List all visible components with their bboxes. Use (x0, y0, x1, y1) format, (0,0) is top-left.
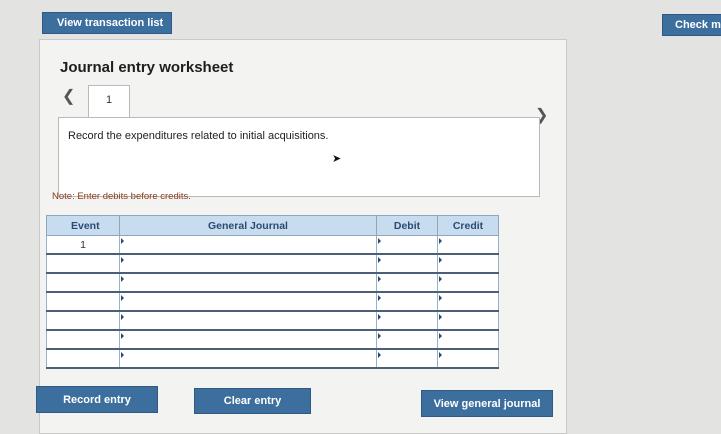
general-journal-input[interactable] (119, 348, 377, 369)
credit-input[interactable] (437, 253, 499, 274)
credit-input[interactable] (437, 291, 499, 312)
debit-input[interactable] (376, 272, 438, 293)
note-text: Note: Enter debits before credits. (52, 191, 191, 202)
mouse-pointer-icon: ➤ (332, 153, 342, 165)
table-row: 1 (46, 235, 499, 255)
general-journal-input[interactable] (119, 272, 377, 293)
tab-entry-1[interactable]: 1 (88, 85, 130, 118)
header-general-journal: General Journal (119, 215, 377, 236)
debit-input[interactable] (376, 235, 438, 255)
chevron-left-icon[interactable]: ❮ (62, 86, 75, 106)
credit-input[interactable] (437, 329, 499, 350)
event-cell: 1 (46, 235, 120, 255)
instruction-text: Record the expenditures related to initi… (68, 130, 329, 142)
general-journal-input[interactable] (119, 291, 377, 312)
credit-input[interactable] (437, 310, 499, 331)
general-journal-input[interactable] (119, 235, 377, 255)
event-cell (46, 253, 120, 274)
general-journal-input[interactable] (119, 310, 377, 331)
record-entry-button[interactable]: Record entry (36, 386, 158, 413)
view-general-journal-button[interactable]: View general journal (421, 390, 553, 417)
debit-input[interactable] (376, 291, 438, 312)
instruction-box (58, 117, 540, 197)
event-cell (46, 272, 120, 293)
debit-input[interactable] (376, 253, 438, 274)
worksheet-title: Journal entry worksheet (60, 59, 234, 76)
table-row (46, 291, 499, 312)
journal-entry-table: Event General Journal Debit Credit 1 (46, 215, 499, 369)
event-cell (46, 291, 120, 312)
header-event: Event (46, 215, 120, 236)
header-credit: Credit (437, 215, 499, 236)
event-cell (46, 329, 120, 350)
credit-input[interactable] (437, 348, 499, 369)
clear-entry-button[interactable]: Clear entry (194, 388, 311, 414)
header-debit: Debit (376, 215, 438, 236)
debit-input[interactable] (376, 348, 438, 369)
table-row (46, 348, 499, 369)
event-cell (46, 348, 120, 369)
debit-input[interactable] (376, 310, 438, 331)
check-my-work-button[interactable]: Check my (662, 14, 721, 36)
table-row (46, 253, 499, 274)
credit-input[interactable] (437, 235, 499, 255)
event-cell (46, 310, 120, 331)
general-journal-input[interactable] (119, 329, 377, 350)
table-header-row: Event General Journal Debit Credit (46, 215, 499, 236)
table-row (46, 329, 499, 350)
credit-input[interactable] (437, 272, 499, 293)
view-transaction-list-button[interactable]: View transaction list (42, 12, 172, 34)
table-row (46, 272, 499, 293)
table-row (46, 310, 499, 331)
debit-input[interactable] (376, 329, 438, 350)
general-journal-input[interactable] (119, 253, 377, 274)
